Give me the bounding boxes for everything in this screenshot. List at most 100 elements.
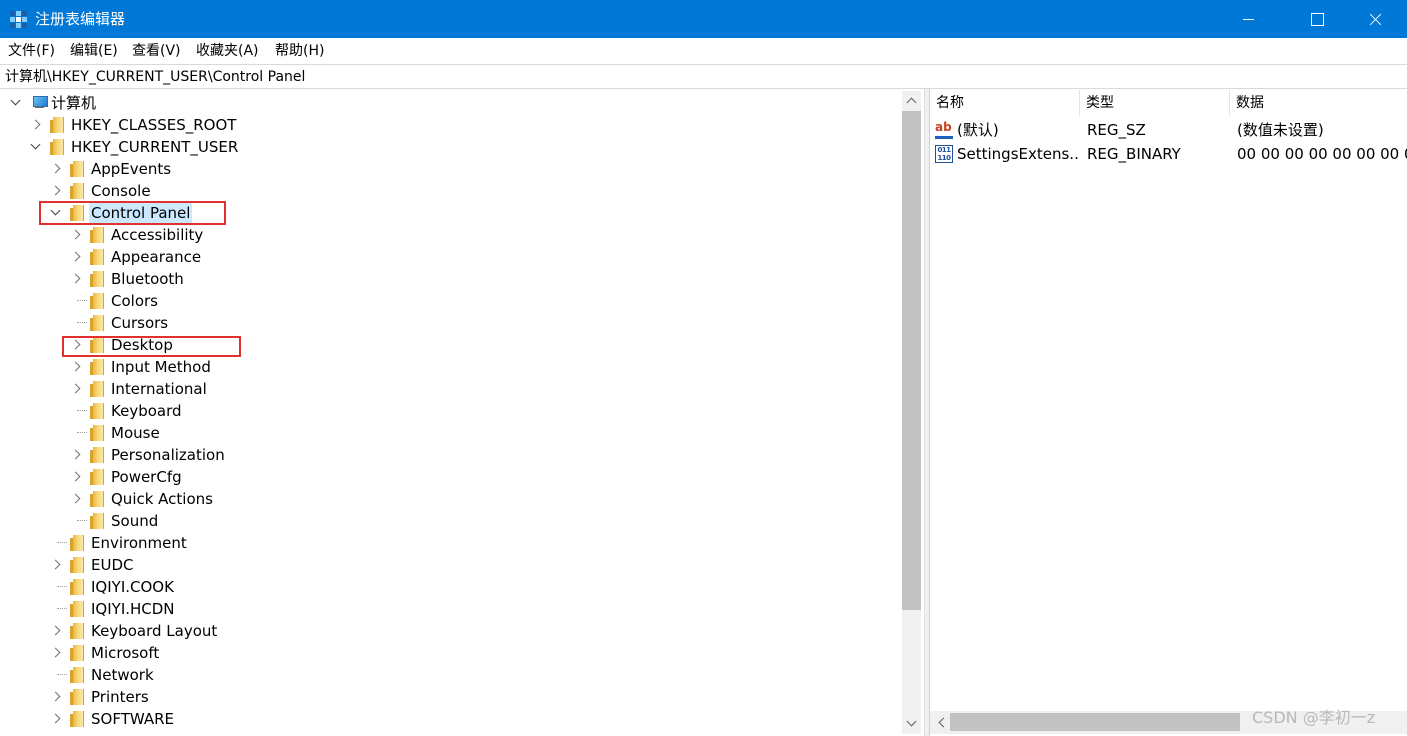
maximize-button[interactable] <box>1294 0 1340 38</box>
chevron-right-icon[interactable] <box>50 163 62 175</box>
tree-node-label: SOFTWARE <box>91 710 175 728</box>
computer-icon <box>32 96 48 109</box>
tree-node-eudc[interactable]: EUDC <box>0 554 900 576</box>
tree-node-bluetooth[interactable]: Bluetooth <box>0 268 900 290</box>
chevron-right-icon[interactable] <box>70 361 82 373</box>
tree-node-label: EUDC <box>91 556 134 574</box>
value-type: REG_BINARY <box>1087 145 1181 163</box>
tree-node-label: Appearance <box>111 248 202 266</box>
tree-node-sound[interactable]: Sound <box>0 510 900 532</box>
menu-favorites[interactable]: 收藏夹(A) <box>196 42 259 60</box>
tree-node-personalization[interactable]: Personalization <box>0 444 900 466</box>
chevron-right-icon[interactable] <box>70 273 82 285</box>
chevron-right-icon[interactable] <box>70 383 82 395</box>
chevron-right-icon[interactable] <box>50 185 62 197</box>
tree-node-microsoft[interactable]: Microsoft <box>0 642 900 664</box>
tree-connector <box>57 586 67 587</box>
tree-connector <box>57 542 67 543</box>
tree-node-accessibility[interactable]: Accessibility <box>0 224 900 246</box>
tree-node-label: HKEY_CURRENT_USER <box>71 138 239 156</box>
registry-editor-icon <box>10 11 27 28</box>
folder-icon <box>90 425 104 441</box>
chevron-right-icon[interactable] <box>70 229 82 241</box>
tree-node-keyboard[interactable]: Keyboard <box>0 400 900 422</box>
chevron-right-icon[interactable] <box>50 559 62 571</box>
folder-icon <box>70 557 84 573</box>
folder-icon <box>90 227 104 243</box>
tree-node-hkey-current-user[interactable]: HKEY_CURRENT_USER <box>0 136 900 158</box>
scroll-up-icon[interactable] <box>902 92 921 110</box>
menu-help[interactable]: 帮助(H) <box>275 42 324 60</box>
column-header-name[interactable]: 名称 <box>930 90 1080 116</box>
tree-node-printers[interactable]: Printers <box>0 686 900 708</box>
tree-connector <box>57 608 67 609</box>
value-name: SettingsExtens... <box>957 145 1079 163</box>
tree-node-environment[interactable]: Environment <box>0 532 900 554</box>
tree-node-appevents[interactable]: AppEvents <box>0 158 900 180</box>
highlight-box-control-panel <box>39 201 226 225</box>
tree-node-software[interactable]: SOFTWARE <box>0 708 900 730</box>
folder-icon <box>70 579 84 595</box>
folder-icon <box>70 711 84 727</box>
registry-tree: 计算机 HKEY_CLASSES_ROOT HKEY_CURRENT_USER … <box>0 90 924 736</box>
tree-node-iqiyi-hcdn[interactable]: IQIYI.HCDN <box>0 598 900 620</box>
scrollbar-thumb[interactable] <box>902 111 921 610</box>
tree-node-label: IQIYI.COOK <box>91 578 174 596</box>
string-value-icon: ab <box>935 121 953 139</box>
close-button[interactable] <box>1352 0 1398 38</box>
highlight-box-desktop <box>62 336 241 357</box>
value-data: (数值未设置) <box>1237 121 1324 139</box>
tree-node-computer[interactable]: 计算机 <box>0 92 900 114</box>
menu-view[interactable]: 查看(V) <box>132 42 181 60</box>
scroll-down-icon[interactable] <box>902 715 921 733</box>
tree-node-mouse[interactable]: Mouse <box>0 422 900 444</box>
tree-connector <box>77 322 87 323</box>
tree-node-international[interactable]: International <box>0 378 900 400</box>
chevron-right-icon[interactable] <box>70 493 82 505</box>
scroll-left-icon[interactable] <box>933 713 949 731</box>
column-header-type[interactable]: 类型 <box>1080 90 1230 116</box>
tree-node-cursors[interactable]: Cursors <box>0 312 900 334</box>
value-name: (默认) <box>957 121 999 139</box>
tree-node-appearance[interactable]: Appearance <box>0 246 900 268</box>
value-row[interactable]: ab (默认) REG_SZ (数值未设置) <box>930 118 1407 142</box>
tree-node-iqiyi-cook[interactable]: IQIYI.COOK <box>0 576 900 598</box>
folder-icon <box>90 249 104 265</box>
folder-icon <box>90 381 104 397</box>
chevron-right-icon[interactable] <box>70 471 82 483</box>
value-row[interactable]: 011 110 SettingsExtens... REG_BINARY 00 0… <box>930 142 1407 166</box>
tree-node-keyboard-layout[interactable]: Keyboard Layout <box>0 620 900 642</box>
chevron-right-icon[interactable] <box>70 449 82 461</box>
menu-file[interactable]: 文件(F) <box>8 42 55 60</box>
column-header-data[interactable]: 数据 <box>1230 90 1407 116</box>
folder-icon <box>50 139 64 155</box>
tree-node-powercfg[interactable]: PowerCfg <box>0 466 900 488</box>
tree-vertical-scrollbar[interactable] <box>902 91 921 734</box>
watermark: CSDN @李初一z <box>1252 708 1376 727</box>
chevron-right-icon[interactable] <box>50 625 62 637</box>
chevron-right-icon[interactable] <box>70 251 82 263</box>
tree-node-input-method[interactable]: Input Method <box>0 356 900 378</box>
folder-icon <box>90 447 104 463</box>
chevron-down-icon[interactable] <box>30 141 42 153</box>
chevron-down-icon[interactable] <box>10 97 22 109</box>
address-path[interactable]: 计算机\HKEY_CURRENT_USER\Control Panel <box>5 67 305 87</box>
chevron-right-icon[interactable] <box>50 647 62 659</box>
tree-node-label: Bluetooth <box>111 270 184 288</box>
menu-edit[interactable]: 编辑(E) <box>70 42 118 60</box>
tree-connector <box>77 410 87 411</box>
tree-node-quick-actions[interactable]: Quick Actions <box>0 488 900 510</box>
tree-node-network[interactable]: Network <box>0 664 900 686</box>
tree-node-colors[interactable]: Colors <box>0 290 900 312</box>
tree-node-console[interactable]: Console <box>0 180 900 202</box>
folder-icon <box>90 315 104 331</box>
scrollbar-thumb[interactable] <box>950 713 1240 731</box>
address-bar[interactable]: 计算机\HKEY_CURRENT_USER\Control Panel <box>0 64 1407 89</box>
minimize-button[interactable] <box>1226 0 1272 38</box>
tree-node-hkey-classes-root[interactable]: HKEY_CLASSES_ROOT <box>0 114 900 136</box>
chevron-right-icon[interactable] <box>50 691 62 703</box>
chevron-right-icon[interactable] <box>50 713 62 725</box>
chevron-right-icon[interactable] <box>30 119 42 131</box>
tree-node-label: Quick Actions <box>111 490 213 508</box>
tree-node-label: Keyboard Layout <box>91 622 218 640</box>
